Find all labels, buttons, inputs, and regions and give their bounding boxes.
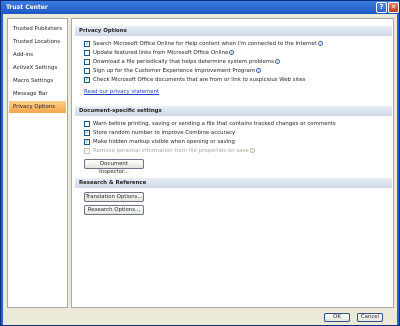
close-button[interactable]: ✕ (388, 2, 399, 13)
privacy-option-label: Sign up for the Customer Experience Impr… (93, 68, 256, 74)
sidebar-item-trusted-locations[interactable]: Trusted Locations (9, 36, 66, 48)
sidebar-item-activex-settings[interactable]: ActiveX Settings (9, 62, 66, 74)
info-icon: i (256, 68, 262, 73)
research-options-button[interactable]: Research Options... (84, 205, 144, 215)
sidebar-item-privacy-options[interactable]: Privacy Options (9, 101, 66, 113)
document-checkbox-2[interactable]: ✓ (84, 139, 90, 145)
title-bar[interactable]: Trust Center ? ✕ (1, 1, 399, 14)
sidebar: Trusted Publishers Trusted Locations Add… (7, 18, 68, 308)
sidebar-item-trusted-publishers[interactable]: Trusted Publishers (9, 23, 66, 35)
privacy-checkbox-0[interactable]: ✓ (84, 41, 90, 47)
info-icon: i (274, 59, 280, 64)
document-inspector-button[interactable]: Document Inspector... (84, 159, 144, 175)
privacy-option-label: Download a file periodically that helps … (93, 59, 274, 65)
info-icon: i (249, 148, 255, 153)
window-title: Trust Center (6, 4, 48, 11)
document-option-label: Store random number to improve Combine a… (93, 130, 236, 136)
info-icon: i (317, 41, 323, 46)
sidebar-item-message-bar[interactable]: Message Bar (9, 88, 66, 100)
settings-panel: Privacy Options ✓ Search Microsoft Offic… (71, 18, 394, 308)
privacy-statement-link[interactable]: Read our privacy statement (84, 89, 159, 95)
privacy-checkbox-3[interactable] (84, 68, 90, 74)
cancel-button[interactable]: Cancel (357, 313, 383, 322)
privacy-checkbox-2[interactable] (84, 59, 90, 65)
help-button[interactable]: ? (376, 2, 387, 13)
trust-center-window: Trust Center ? ✕ Trusted Publishers Trus… (0, 0, 400, 326)
document-option-label: Remove personal information from file pr… (93, 148, 249, 154)
privacy-checkbox-4[interactable]: ✓ (84, 77, 90, 83)
document-option-label: Make hidden markup visible when opening … (93, 139, 235, 145)
privacy-checkbox-1[interactable] (84, 50, 90, 56)
research-reference-header: Research & Reference (75, 178, 392, 188)
document-checkbox-3 (84, 148, 90, 154)
document-option-label: Warn before printing, saving or sending … (93, 121, 336, 127)
sidebar-item-add-ins[interactable]: Add-ins (9, 49, 66, 61)
sidebar-item-macro-settings[interactable]: Macro Settings (9, 75, 66, 87)
info-icon: i (229, 50, 235, 55)
translation-options-button[interactable]: Translation Options... (84, 192, 144, 202)
privacy-option-label: Update featured links from Microsoft Off… (93, 50, 229, 56)
document-settings-header: Document-specific settings (75, 106, 392, 116)
ok-button[interactable]: OK (324, 313, 350, 322)
dialog-body: Trusted Publishers Trusted Locations Add… (3, 14, 397, 325)
privacy-option-label: Check Microsoft Office documents that ar… (93, 77, 306, 83)
privacy-option-label: Search Microsoft Office Online for Help … (93, 41, 317, 47)
document-checkbox-1[interactable]: ✓ (84, 130, 90, 136)
document-checkbox-0[interactable] (84, 121, 90, 127)
privacy-options-header: Privacy Options (75, 26, 392, 36)
